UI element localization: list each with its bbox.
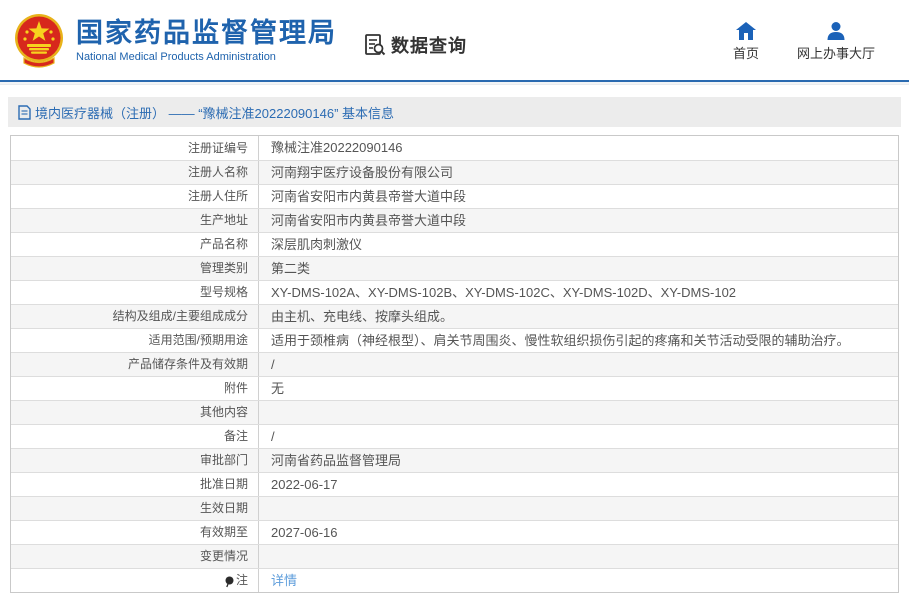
row-value: 无 — [271, 381, 285, 396]
row-value: 由主机、充电线、按摩头组成。 — [271, 309, 454, 324]
row-value: 河南省药品监督管理局 — [271, 453, 402, 468]
national-emblem-icon — [15, 14, 63, 68]
header-divider-light — [0, 82, 909, 85]
table-row: 备注 / — [11, 424, 898, 448]
row-label: 审批部门 — [11, 449, 259, 472]
row-value — [259, 401, 898, 424]
row-label: 批准日期 — [11, 473, 259, 496]
row-label: 变更情况 — [11, 545, 259, 568]
table-row: 管理类别 第二类 — [11, 256, 898, 280]
document-icon — [18, 104, 31, 120]
row-label: 注册证编号 — [11, 136, 259, 160]
row-label: 注册人住所 — [11, 185, 259, 208]
row-value: 河南翔宇医疗设备股份有限公司 — [271, 165, 454, 180]
table-row: 变更情况 — [11, 544, 898, 568]
data-query-icon — [365, 34, 386, 56]
breadcrumb: 境内医疗器械（注册） —— “豫械注准20222090146” 基本信息 — [8, 97, 901, 127]
row-label: 备注 — [11, 425, 259, 448]
row-value: / — [271, 357, 275, 372]
data-query-section[interactable]: 数据查询 — [363, 32, 467, 58]
row-label: 附件 — [11, 377, 259, 400]
table-row: 生产地址 河南省安阳市内黄县帝誉大道中段 — [11, 208, 898, 232]
row-label: 管理类别 — [11, 257, 259, 280]
table-row: 型号规格 XY-DMS-102A、XY-DMS-102B、XY-DMS-102C… — [11, 280, 898, 304]
table-row: 产品名称 深层肌肉刺激仪 — [11, 232, 898, 256]
row-label: 产品名称 — [11, 233, 259, 256]
org-title-block: 国家药品监督管理局 National Medical Products Admi… — [76, 18, 337, 63]
nav-hall-label: 网上办事大厅 — [796, 46, 875, 61]
table-row: 生效日期 — [11, 496, 898, 520]
table-row: 注册人住所 河南省安阳市内黄县帝誉大道中段 — [11, 184, 898, 208]
table-row: 有效期至 2027-06-16 — [11, 520, 898, 544]
org-name-en: National Medical Products Administration — [76, 50, 276, 63]
row-value: 2022-06-17 — [271, 477, 338, 492]
row-label: 适用范围/预期用途 — [11, 329, 259, 352]
table-row: 结构及组成/主要组成成分 由主机、充电线、按摩头组成。 — [11, 304, 898, 328]
breadcrumb-text: 境内医疗器械（注册） —— “豫械注准20222090146” 基本信息 — [35, 105, 395, 121]
table-row: 产品储存条件及有效期 / — [11, 352, 898, 376]
data-query-label: 数据查询 — [391, 36, 467, 56]
row-value: 河南省安阳市内黄县帝誉大道中段 — [271, 189, 467, 204]
nav-item-home[interactable]: 首页 — [733, 22, 759, 62]
row-label: 注册人名称 — [11, 161, 259, 184]
row-label: 注 — [11, 569, 259, 592]
note-balloon-icon — [225, 576, 234, 587]
row-label: 有效期至 — [11, 521, 259, 544]
row-label: 产品储存条件及有效期 — [11, 353, 259, 376]
row-value: / — [271, 429, 275, 444]
nav-item-online-hall[interactable]: 网上办事大厅 — [797, 22, 875, 62]
row-label: 结构及组成/主要组成成分 — [11, 305, 259, 328]
row-value: 河南省安阳市内黄县帝誉大道中段 — [271, 213, 467, 228]
detail-link[interactable]: 详情 — [271, 573, 297, 588]
row-label: 型号规格 — [11, 281, 259, 304]
row-value — [259, 545, 898, 568]
page-header: 国家药品监督管理局 National Medical Products Admi… — [0, 0, 909, 80]
row-value: 深层肌肉刺激仪 — [271, 237, 363, 252]
row-value: 适用于颈椎病（神经根型）、肩关节周围炎、慢性软组织损伤引起的疼痛和关节活动受限的… — [271, 333, 850, 348]
table-row: 注 详情 — [11, 568, 898, 592]
home-icon — [735, 22, 756, 40]
row-value: 2027-06-16 — [271, 525, 338, 540]
table-row: 审批部门 河南省药品监督管理局 — [11, 448, 898, 472]
row-value: 详情 — [259, 569, 898, 592]
row-label: 生效日期 — [11, 497, 259, 520]
table-row: 其他内容 — [11, 400, 898, 424]
table-row: 适用范围/预期用途 适用于颈椎病（神经根型）、肩关节周围炎、慢性软组织损伤引起的… — [11, 328, 898, 352]
row-value — [259, 497, 898, 520]
org-name-zh: 国家药品监督管理局 — [76, 17, 337, 48]
header-nav: 首页 网上办事大厅 — [733, 22, 875, 62]
nav-home-label: 首页 — [732, 46, 759, 61]
table-row: 附件 无 — [11, 376, 898, 400]
row-value: 第二类 — [271, 261, 311, 276]
table-row: 注册人名称 河南翔宇医疗设备股份有限公司 — [11, 160, 898, 184]
user-icon — [827, 22, 845, 40]
row-value: 豫械注准20222090146 — [271, 140, 403, 155]
table-row: 批准日期 2022-06-17 — [11, 472, 898, 496]
row-value: XY-DMS-102A、XY-DMS-102B、XY-DMS-102C、XY-D… — [271, 285, 737, 300]
row-label: 生产地址 — [11, 209, 259, 232]
table-row: 注册证编号 豫械注准20222090146 — [11, 136, 898, 160]
registration-info-table: 注册证编号 豫械注准20222090146 注册人名称 河南翔宇医疗设备股份有限… — [10, 135, 899, 593]
row-label: 其他内容 — [11, 401, 259, 424]
